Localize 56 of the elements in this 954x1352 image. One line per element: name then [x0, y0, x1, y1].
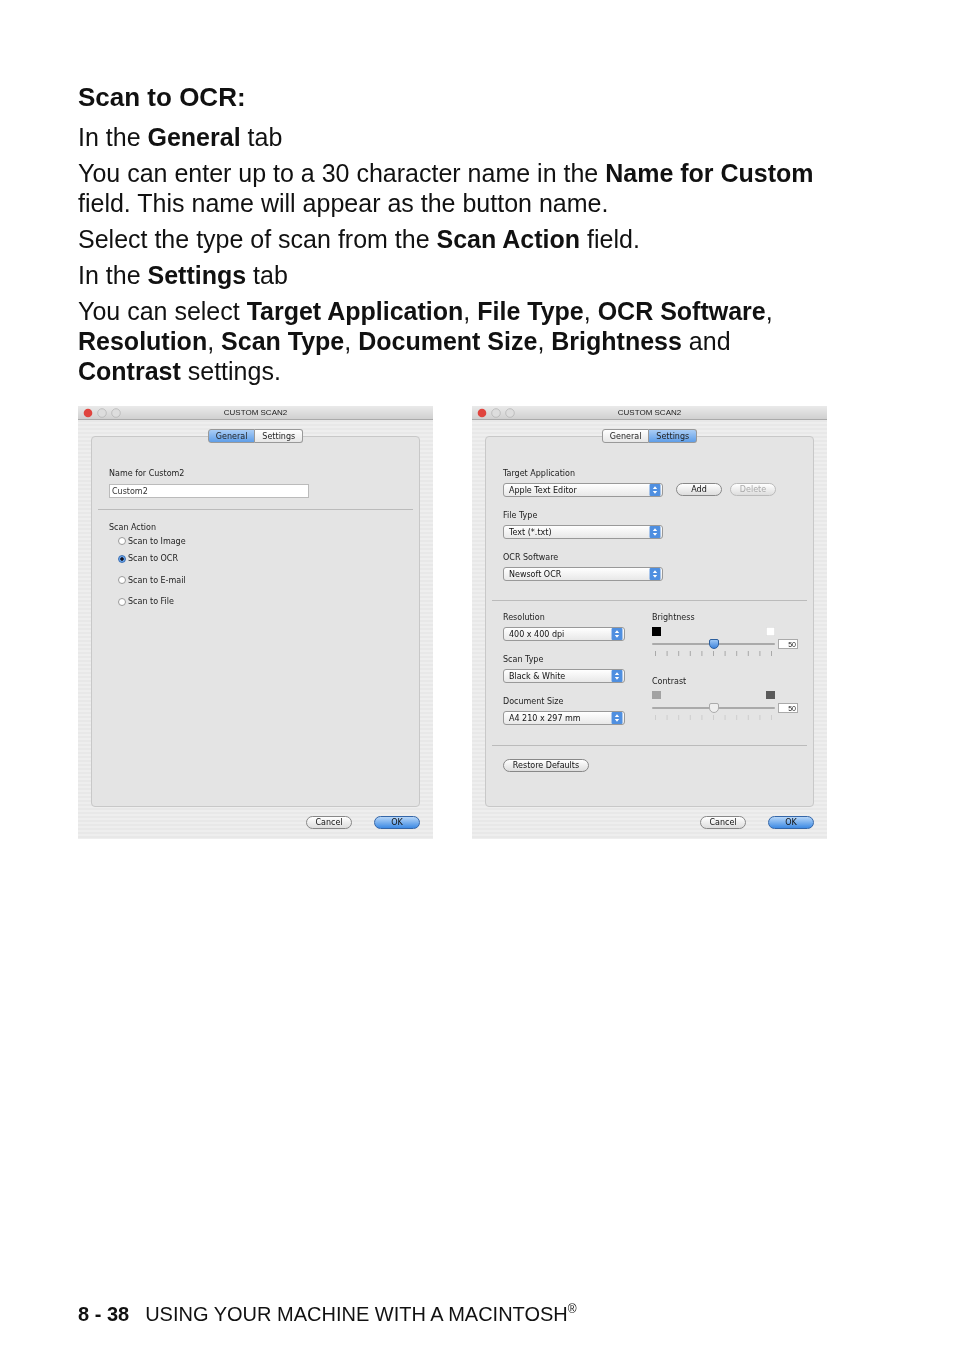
input-field[interactable]: Custom2	[109, 484, 309, 498]
radio-button[interactable]	[118, 537, 126, 545]
radio-label[interactable]: Scan to Image	[128, 536, 186, 546]
dark-square-icon	[652, 627, 661, 636]
stepper-arrows-icon	[649, 526, 661, 538]
popup-menu[interactable]: A4 210 x 297 mm	[503, 711, 625, 725]
field-label: Document Size	[503, 697, 565, 707]
restore-defaults-button[interactable]: Restore Defaults	[503, 759, 589, 772]
paragraph: In the Settings tab	[78, 260, 289, 290]
stepper-arrows-icon	[649, 568, 661, 580]
tab[interactable]: Settings	[649, 429, 698, 443]
tab[interactable]: General	[207, 429, 256, 443]
field-label: OCR Software	[503, 553, 560, 563]
popup-menu[interactable]: 400 x 400 dpi	[503, 627, 625, 641]
window-title: CUSTOM SCAN2	[223, 408, 288, 417]
stepper-arrows-icon	[611, 712, 623, 724]
paragraph: You can select Target Application, File Type, OCR Software, Resolution, Scan Type, Document Size, Brightness and Contrast settings.	[78, 296, 774, 386]
popup-menu[interactable]: Apple Text Editor	[503, 483, 663, 497]
field-label: File Type	[503, 511, 539, 521]
stepper-arrows-icon	[611, 670, 623, 682]
cancel-button[interactable]: Cancel	[700, 816, 746, 829]
cancel-button[interactable]: Cancel	[306, 816, 352, 829]
ok-button[interactable]: OK	[374, 816, 420, 829]
field-label: Name for Custom2	[109, 469, 186, 479]
field-label: Target Application	[503, 469, 576, 479]
paragraph: You can enter up to a 30 character name in the Name for Custom field. This name will appear as the button name.	[78, 158, 815, 218]
light-square-icon	[766, 627, 775, 636]
window-controls-icon[interactable]	[477, 408, 515, 418]
radio-button[interactable]	[118, 576, 126, 585]
stepper-arrows-icon	[611, 628, 623, 640]
radio-label[interactable]: Scan to E-mail	[128, 575, 186, 585]
radio-label[interactable]: Scan to OCR	[128, 554, 178, 564]
field-label: Resolution	[503, 613, 546, 623]
add-button[interactable]: Add	[676, 483, 722, 496]
slider-thumb[interactable]	[708, 639, 719, 649]
popup-menu[interactable]: Black & White	[503, 669, 625, 683]
paragraph: In the General tab	[78, 122, 284, 152]
radio-button[interactable]	[118, 597, 126, 606]
window-controls-icon[interactable]	[83, 408, 121, 418]
ok-button[interactable]: OK	[768, 816, 814, 829]
field-label: Brightness	[652, 613, 696, 623]
group-label: Scan Action	[109, 523, 158, 533]
tab[interactable]: General	[601, 429, 650, 443]
popup-menu[interactable]: Text (*.txt)	[503, 525, 663, 539]
popup-menu[interactable]: Newsoft OCR	[503, 567, 663, 581]
window-title: CUSTOM SCAN2	[617, 408, 682, 417]
page-number: 8 - 38	[78, 1303, 130, 1326]
footer-title: USING YOUR MACHINE WITH A MACINTOSH$^{®}$	[145, 1302, 577, 1326]
stepper-arrows-icon	[649, 484, 661, 496]
paragraph: Select the type of scan from the Scan Action field.	[78, 224, 641, 254]
field-label: Contrast	[652, 677, 688, 687]
radio-label[interactable]: Scan to File	[128, 597, 174, 607]
section-heading: Scan to OCR:	[78, 82, 247, 112]
tab[interactable]: Settings	[255, 429, 304, 443]
field-label: Scan Type	[503, 655, 545, 665]
radio-button[interactable]	[118, 554, 126, 563]
